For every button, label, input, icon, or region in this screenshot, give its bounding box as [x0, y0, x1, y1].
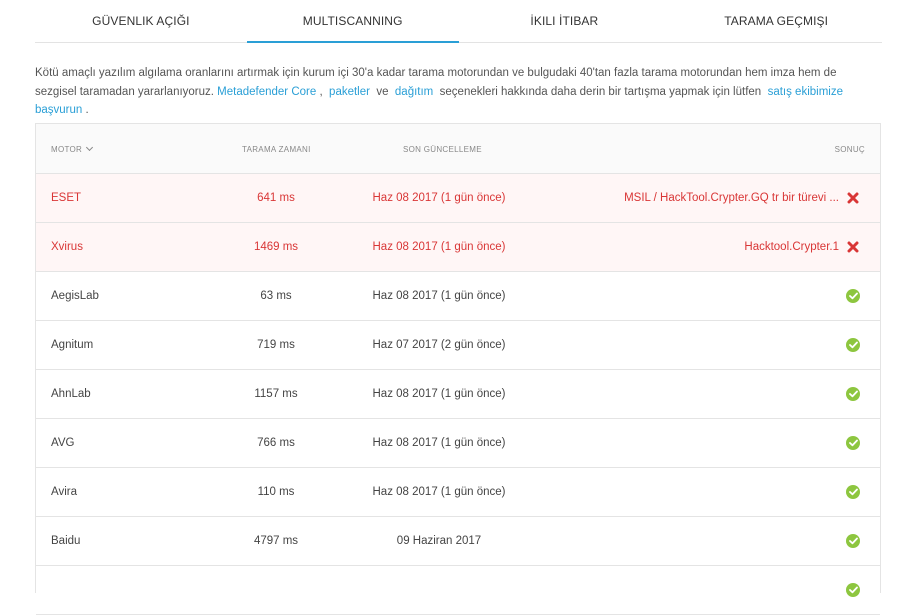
table-row[interactable]: Avira 110 ms Haz 08 2017 (1 gün önce)	[36, 468, 880, 517]
result-text: Hacktool.Crypter.1	[744, 241, 839, 253]
result-text: MSIL / HackTool.Crypter.GQ tr bir türevi…	[624, 192, 839, 204]
tab-bar: GÜVENLIK AÇIĞI MULTISCANNING İKILI İTIBA…	[35, 0, 882, 43]
scan-time: 641 ms	[257, 192, 295, 204]
last-update: Haz 08 2017 (1 gün önce)	[372, 192, 506, 204]
header-scan-time: TARAMA ZAMANI	[242, 145, 311, 154]
header-result: SONUÇ	[834, 145, 865, 154]
table-row[interactable]: Xvirus 1469 ms Haz 08 2017 (1 gün önce) Hac…	[36, 223, 880, 272]
engine-name: AhnLab	[51, 388, 91, 400]
check-circle-icon	[846, 338, 860, 352]
x-icon	[846, 240, 860, 254]
last-update: Haz 08 2017 (1 gün önce)	[372, 290, 506, 302]
last-update: Haz 08 2017 (1 gün önce)	[372, 388, 506, 400]
scan-time: 63 ms	[260, 290, 292, 302]
table-row[interactable]: Agnitum 719 ms Haz 07 2017 (2 gün önce)	[36, 321, 880, 370]
table-row[interactable]	[36, 566, 880, 615]
table-row[interactable]: ESET 641 ms Haz 08 2017 (1 gün önce) MSIL /…	[36, 174, 880, 223]
scan-time	[206, 566, 346, 614]
last-update: Haz 08 2017 (1 gün önce)	[372, 241, 506, 253]
engine-name: Baidu	[51, 535, 81, 547]
tab-security-vulnerability[interactable]: GÜVENLIK AÇIĞI	[35, 0, 247, 42]
scan-time: 4797 ms	[253, 535, 299, 547]
header-last-update: SON GÜNCELLEME	[403, 145, 482, 154]
check-circle-icon	[846, 583, 860, 597]
intro-text: seçenekleri hakkında daha derin bir tart…	[433, 85, 768, 98]
engine-name: Avira	[51, 486, 77, 498]
engine-name: Xvirus	[51, 241, 83, 253]
scan-results-table: MOTOR TARAMA ZAMANI SON GÜNCELLEME SONUÇ…	[35, 123, 881, 615]
intro-paragraph: Kötü amaçlı yazılım algılama oranlarını …	[35, 64, 875, 120]
check-circle-icon	[846, 436, 860, 450]
engine-name: AegisLab	[51, 290, 99, 302]
tab-scan-history[interactable]: TARAMA GEÇMIŞI	[670, 0, 882, 42]
multiscanning-page: GÜVENLIK AÇIĞI MULTISCANNING İKILI İTIBA…	[0, 0, 904, 615]
table-body: ESET 641 ms Haz 08 2017 (1 gün önce) MSIL /…	[36, 174, 880, 615]
result-status	[846, 321, 860, 369]
last-update: Haz 07 2017 (2 gün önce)	[372, 339, 506, 351]
link-metadefender-core[interactable]: Metadefender Core	[217, 86, 316, 98]
result-status	[846, 174, 860, 222]
chevron-down-icon	[86, 143, 94, 152]
result-status	[846, 468, 860, 516]
x-icon	[846, 191, 860, 205]
header-label: MOTOR	[51, 145, 83, 154]
table-row[interactable]: AegisLab 63 ms Haz 08 2017 (1 gün önce)	[36, 272, 880, 321]
last-update: Haz 08 2017 (1 gün önce)	[372, 437, 506, 449]
tab-binary-reputation[interactable]: İKILI İTIBAR	[459, 0, 671, 42]
intro-text: .	[82, 104, 89, 116]
scan-time: 110 ms	[257, 486, 295, 498]
scan-time: 719 ms	[257, 339, 295, 351]
tab-label: GÜVENLIK AÇIĞI	[92, 14, 190, 28]
table-row[interactable]: Baidu 4797 ms 09 Haziran 2017	[36, 517, 880, 566]
tab-multiscanning[interactable]: MULTISCANNING	[246, 0, 459, 43]
scan-time: 766 ms	[257, 437, 295, 449]
result-status	[846, 223, 860, 271]
check-circle-icon	[846, 534, 860, 548]
check-circle-icon	[846, 485, 860, 499]
header-motor[interactable]: MOTOR	[51, 143, 94, 154]
check-circle-icon	[846, 289, 860, 303]
result-status	[846, 517, 860, 565]
table-header: MOTOR TARAMA ZAMANI SON GÜNCELLEME SONUÇ	[36, 124, 880, 174]
table-row[interactable]: AhnLab 1157 ms Haz 08 2017 (1 gün önce)	[36, 370, 880, 419]
engine-name: Agnitum	[51, 339, 94, 351]
result-status	[846, 566, 860, 614]
last-update	[339, 566, 539, 614]
result-status	[846, 370, 860, 418]
table-row[interactable]: AVG 766 ms Haz 08 2017 (1 gün önce)	[36, 419, 880, 468]
result-status	[846, 419, 860, 467]
tab-label: İKILI İTIBAR	[530, 14, 599, 28]
link-packages[interactable]: paketler	[329, 86, 370, 98]
tab-label: TARAMA GEÇMIŞI	[724, 14, 829, 28]
engine-name: AVG	[51, 437, 75, 449]
intro-separator: ve	[369, 85, 395, 98]
intro-separator: ,	[316, 85, 330, 98]
result-status	[846, 272, 860, 320]
tab-label: MULTISCANNING	[302, 14, 403, 28]
last-update: Haz 08 2017 (1 gün önce)	[372, 486, 506, 498]
link-deployment[interactable]: dağıtım	[395, 86, 433, 98]
scan-time: 1469 ms	[253, 241, 299, 253]
engine-name: ESET	[51, 192, 82, 204]
check-circle-icon	[846, 387, 860, 401]
last-update: 09 Haziran 2017	[396, 535, 482, 547]
scan-time: 1157 ms	[254, 388, 298, 400]
